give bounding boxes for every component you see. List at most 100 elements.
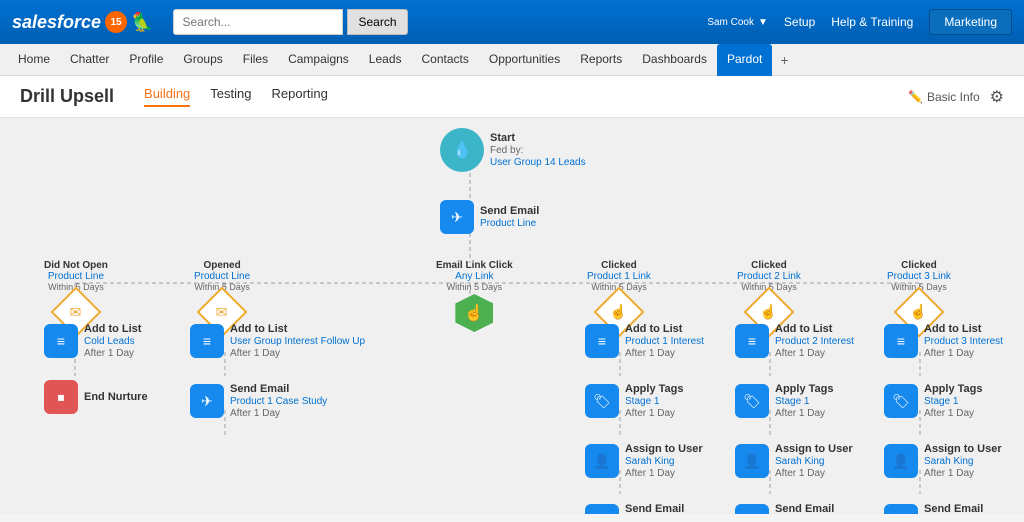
- nav-files[interactable]: Files: [233, 44, 278, 76]
- nav-reports[interactable]: Reports: [570, 44, 632, 76]
- nav-campaigns[interactable]: Campaigns: [278, 44, 359, 76]
- list-icon-2: ≡: [190, 324, 224, 358]
- help-link[interactable]: Help & Training: [831, 15, 913, 29]
- end-nurture-node: ⏹ End Nurture: [44, 380, 148, 414]
- list-icon-p3: ≡: [884, 324, 918, 358]
- p2-sarah-link[interactable]: Sarah King: [775, 456, 853, 467]
- canvas-inner: 💧 Start Fed by: User Group 14 Leads ✈ Se…: [0, 118, 1024, 514]
- tag-icon-p3: 🏷: [884, 384, 918, 418]
- marketing-button[interactable]: Marketing: [929, 9, 1012, 35]
- flame-icon: 💧: [452, 140, 472, 160]
- nav-home[interactable]: Home: [8, 44, 60, 76]
- stop-icon: ⏹: [44, 380, 78, 414]
- nav-plus[interactable]: +: [772, 52, 796, 68]
- gear-button[interactable]: ⚙: [990, 87, 1004, 107]
- start-icon: 💧: [440, 128, 484, 172]
- basic-info-button[interactable]: ✏️ Basic Info: [908, 90, 980, 104]
- page-title: Drill Upsell: [20, 86, 114, 107]
- nav-dashboards[interactable]: Dashboards: [632, 44, 717, 76]
- main-nav: Home Chatter Profile Groups Files Campai…: [0, 44, 1024, 76]
- did-not-open-link[interactable]: Product Line: [44, 271, 108, 282]
- email-link-click-hex[interactable]: ☝: [455, 294, 493, 332]
- email-link-click-link[interactable]: Any Link: [436, 271, 513, 282]
- email-link-click-label: Email Link Click Any Link Within 5 Days: [436, 260, 513, 292]
- p1-interest-link[interactable]: Product 1 Interest: [625, 336, 704, 347]
- assign-user-p1-node: 👤 Assign to User Sarah King After 1 Day: [585, 443, 703, 479]
- p2-interest-link[interactable]: Product 2 Interest: [775, 336, 854, 347]
- pencil-icon: ✏️: [908, 90, 923, 104]
- send-email-label: Send Email Product Line: [480, 205, 539, 229]
- apply-tags-p3-node: 🏷 Apply Tags Stage 1 After 1 Day: [884, 383, 982, 419]
- clicked1-link[interactable]: Product 1 Link: [587, 271, 651, 282]
- p2-stage-link[interactable]: Stage 1: [775, 396, 833, 407]
- email-link-click-branch: Email Link Click Any Link Within 5 Days …: [436, 260, 513, 332]
- sf-header: salesforce 15 🦜 Search Sam Cook ▼ Setup …: [0, 0, 1024, 44]
- p3-stage-link[interactable]: Stage 1: [924, 396, 982, 407]
- start-link[interactable]: User Group 14 Leads: [490, 157, 586, 168]
- p3-sarah-link[interactable]: Sarah King: [924, 456, 1002, 467]
- header-right: Sam Cook ▼ Setup Help & Training Marketi…: [707, 9, 1012, 35]
- nav-contacts[interactable]: Contacts: [412, 44, 479, 76]
- clicked2-link[interactable]: Product 2 Link: [737, 271, 801, 282]
- usergroup-link[interactable]: User Group Interest Follow Up: [230, 336, 365, 347]
- start-node: 💧 Start Fed by: User Group 14 Leads: [440, 128, 586, 172]
- add-to-list-usergroup-node: ≡ Add to List User Group Interest Follow…: [190, 323, 365, 359]
- send-email-p2-node: ✈ Send Email Product 2 Case Study After …: [735, 503, 872, 514]
- send-icon-2: ✈: [190, 384, 224, 418]
- nav-leads[interactable]: Leads: [359, 44, 412, 76]
- send-email-icon: ✈: [440, 200, 474, 234]
- clicked3-link[interactable]: Product 3 Link: [887, 271, 951, 282]
- page-header: Drill Upsell Building Testing Reporting …: [0, 76, 1024, 118]
- sf-logo: salesforce 15 🦜: [12, 11, 153, 33]
- start-label: Start Fed by: User Group 14 Leads: [490, 132, 586, 168]
- add-list-p2-node: ≡ Add to List Product 2 Interest After 1…: [735, 323, 854, 359]
- user-icon-p1: 👤: [585, 444, 619, 478]
- send-icon-p1: ✈: [585, 504, 619, 514]
- opened-link[interactable]: Product Line: [194, 271, 250, 282]
- add-list-p3-node: ≡ Add to List Product 3 Interest After 1…: [884, 323, 1003, 359]
- send-icon-p2: ✈: [735, 504, 769, 514]
- add-list-p1-node: ≡ Add to List Product 1 Interest After 1…: [585, 323, 704, 359]
- page-header-right: ✏️ Basic Info ⚙: [908, 87, 1004, 107]
- search-button[interactable]: Search: [347, 9, 407, 35]
- nav-opportunities[interactable]: Opportunities: [479, 44, 570, 76]
- paper-plane-icon: ✈: [451, 209, 463, 226]
- tab-building[interactable]: Building: [144, 86, 190, 107]
- logo-badge: 15: [105, 11, 127, 33]
- opened-branch: Opened Product Line Within 5 Days ✉: [194, 260, 250, 330]
- user-icon-p3: 👤: [884, 444, 918, 478]
- nav-groups[interactable]: Groups: [173, 44, 232, 76]
- cold-leads-link[interactable]: Cold Leads: [84, 336, 141, 347]
- nav-chatter[interactable]: Chatter: [60, 44, 119, 76]
- p3-interest-link[interactable]: Product 3 Interest: [924, 336, 1003, 347]
- nav-profile[interactable]: Profile: [119, 44, 173, 76]
- user-icon-p2: 👤: [735, 444, 769, 478]
- p1-sarah-link[interactable]: Sarah King: [625, 456, 703, 467]
- apply-tags-p2-node: 🏷 Apply Tags Stage 1 After 1 Day: [735, 383, 833, 419]
- send-email-p1-node: ✈ Send Email Product 1 Case Study After …: [585, 503, 722, 514]
- username[interactable]: Sam Cook ▼: [707, 17, 768, 28]
- search-box: Search: [173, 9, 407, 35]
- logo-text: salesforce: [12, 12, 101, 33]
- tab-testing[interactable]: Testing: [210, 86, 251, 107]
- send-email-node: ✈ Send Email Product Line: [440, 200, 539, 234]
- did-not-open-branch: Did Not Open Product Line Within 5 Days …: [44, 260, 108, 330]
- clicked2-branch: Clicked Product 2 Link Within 5 Days ☝: [737, 260, 801, 330]
- case1-link[interactable]: Product 1 Case Study: [230, 396, 327, 407]
- list-icon-p1: ≡: [585, 324, 619, 358]
- setup-link[interactable]: Setup: [784, 15, 815, 29]
- clicked1-branch: Clicked Product 1 Link Within 5 Days ☝: [587, 260, 651, 330]
- assign-user-p3-node: 👤 Assign to User Sarah King After 1 Day: [884, 443, 1002, 479]
- workflow-canvas: 💧 Start Fed by: User Group 14 Leads ✈ Se…: [0, 118, 1024, 514]
- page-tabs: Building Testing Reporting: [144, 86, 328, 107]
- list-icon-p2: ≡: [735, 324, 769, 358]
- tab-reporting[interactable]: Reporting: [272, 86, 328, 107]
- p1-stage-link[interactable]: Stage 1: [625, 396, 683, 407]
- send-email-link[interactable]: Product Line: [480, 218, 539, 229]
- send-icon-p3: ✈: [884, 504, 918, 514]
- logo-bird: 🦜: [131, 12, 153, 33]
- tag-icon-p2: 🏷: [735, 384, 769, 418]
- search-input[interactable]: [173, 9, 343, 35]
- nav-pardot[interactable]: Pardot: [717, 44, 772, 76]
- tag-icon-p1: 🏷: [585, 384, 619, 418]
